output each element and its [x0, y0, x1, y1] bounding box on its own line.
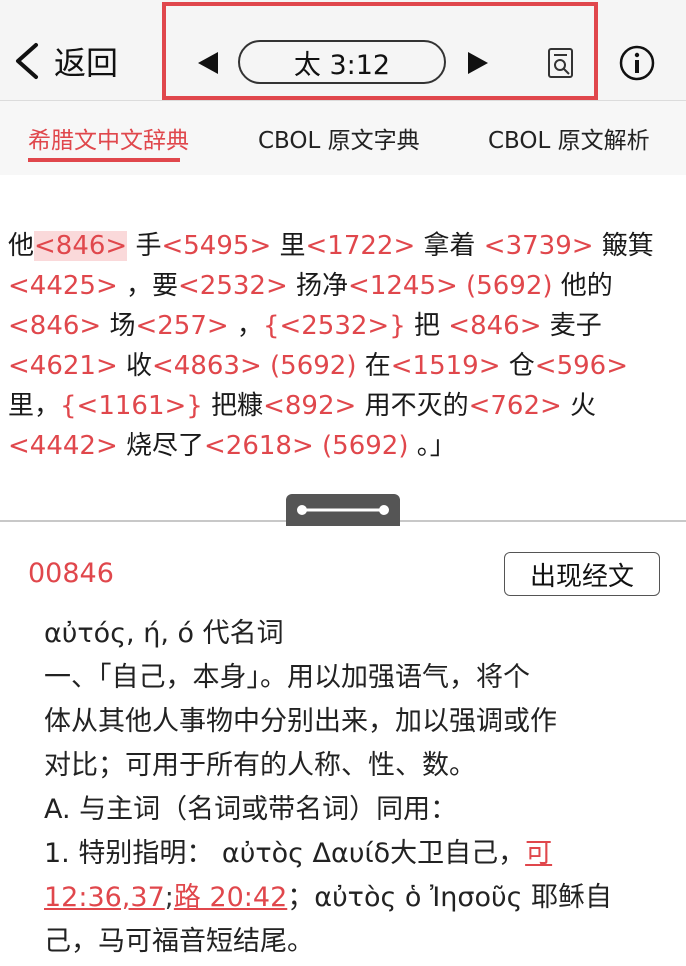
definition-line: 对比；可用于所有的人称、性、数。: [44, 744, 664, 788]
strongs-number[interactable]: <4425>: [8, 271, 118, 301]
verse-word: 在: [356, 351, 391, 381]
strongs-number[interactable]: <2532>: [178, 271, 288, 301]
verse-word: 簸箕: [593, 231, 654, 261]
verse-word: 里: [271, 231, 306, 261]
verse-word: 他: [8, 231, 35, 261]
definition-line: 1. 特别指明： αὐτὸς Δαυίδ大卫自己，可: [44, 832, 664, 876]
strongs-number[interactable]: (5692): [466, 271, 552, 301]
definition-line: A. 与主词（名词或带名词）同用：: [44, 788, 664, 832]
definition-text: 己，马可福音短结尾。: [44, 926, 314, 957]
prev-verse-icon[interactable]: [196, 50, 220, 76]
verse-word: 用不灭的: [356, 391, 469, 421]
strongs-number[interactable]: (5692): [270, 351, 356, 381]
definition-line: 体从其他人事物中分别出来，加以强调或作: [44, 700, 664, 744]
back-button[interactable]: 返回: [12, 38, 118, 84]
definition-text: 对比；可用于所有的人称、性、数。: [44, 750, 476, 781]
strongs-number[interactable]: {<2532>}: [263, 311, 406, 341]
back-label: 返回: [54, 44, 119, 82]
scripture-reference-link[interactable]: 路 20:42: [174, 882, 287, 913]
verse-word: [458, 271, 466, 301]
verse-word: 手: [127, 231, 162, 261]
strongs-number[interactable]: <892>: [263, 391, 356, 421]
strongs-number[interactable]: <846>: [448, 311, 541, 341]
verse-reference-selector[interactable]: 太 3:12: [238, 40, 446, 84]
strongs-number[interactable]: <3739>: [484, 231, 594, 261]
tab-cbol-lexicon[interactable]: CBOL 原文字典: [258, 121, 420, 155]
verse-line: <4442> 烧尽了<2618> (5692) 。」: [8, 426, 680, 466]
tab-cbol-parsing[interactable]: CBOL 原文解析: [488, 121, 650, 155]
occurrences-label: 出现经文: [529, 561, 634, 592]
verse-word: 拿着: [415, 231, 484, 261]
verse-word: 里，: [8, 391, 61, 421]
verse-word: ，要: [117, 271, 179, 301]
verse-word: 。」: [408, 431, 456, 461]
verse-line: <846> 场<257> ，{<2532>} 把 <846> 麦子: [8, 306, 680, 346]
strongs-number[interactable]: <846>: [8, 311, 101, 341]
occurrences-button[interactable]: 出现经文: [504, 552, 660, 596]
strongs-number[interactable]: {<1161>}: [60, 391, 203, 421]
strongs-number-selected[interactable]: <846>: [34, 231, 128, 261]
chevron-left-icon: [16, 43, 38, 79]
verse-word: ，: [228, 311, 263, 341]
info-icon[interactable]: [618, 44, 656, 82]
definition-line: αὐτός, ή, ό 代名词: [44, 612, 664, 656]
strongs-number[interactable]: <4863>: [152, 351, 262, 381]
verse-word: 火: [561, 391, 597, 421]
definition-text: αὐτός, ή, ό 代名词: [44, 618, 284, 649]
verse-reference-label: 太 3:12: [293, 49, 391, 81]
definition-text: 体从其他人事物中分别出来，加以强调或作: [44, 706, 557, 737]
definition-text: A. 与主词（名词或带名词）同用：: [44, 794, 458, 825]
definition-line: 12:36,37;路 20:42；αὐτὸς ὁ Ἰησοῦς 耶稣自: [44, 876, 664, 920]
definition-text: 1. 特别指明： αὐτὸς Δαυίδ大卫自己，: [44, 838, 526, 869]
active-tab-indicator: [28, 158, 180, 162]
resize-handle[interactable]: [286, 494, 400, 526]
verse-word: 他的: [552, 271, 613, 301]
strongs-number[interactable]: <1519>: [391, 351, 501, 381]
strongs-number[interactable]: <596>: [535, 351, 628, 381]
verse-word: 收: [117, 351, 153, 381]
verse-line: 他<846> 手<5495> 里<1722> 拿着 <3739> 簸箕: [8, 226, 680, 266]
strongs-number[interactable]: <4442>: [8, 431, 118, 461]
separator: ;: [164, 882, 174, 913]
verse-word: 麦子: [541, 311, 602, 341]
verse-line: 里，{<1161>} 把糠<892> 用不灭的<762> 火: [8, 386, 680, 426]
verse-word: 把: [405, 311, 449, 341]
tab-greek-chinese-dictionary[interactable]: 希腊文中文辞典: [28, 121, 189, 155]
strongs-number[interactable]: <1245>: [348, 271, 458, 301]
verse-word: [262, 351, 270, 381]
lexicon-definition: αὐτός, ή, ό 代名词一、「自己，本身」。用以加强语气，将个 体从其他人事…: [44, 612, 664, 964]
definition-line: 一、「自己，本身」。用以加强语气，将个: [44, 656, 664, 700]
scripture-reference-link[interactable]: 12:36,37: [44, 882, 165, 913]
definition-line: 己，马可福音短结尾。: [44, 920, 664, 964]
top-bar: 返回 太 3:12: [0, 0, 686, 101]
strongs-number[interactable]: <257>: [135, 311, 228, 341]
verse-text: 他<846> 手<5495> 里<1722> 拿着 <3739> 簸箕 <4425…: [8, 226, 680, 466]
verse-line: <4621> 收<4863> (5692) 在<1519> 仓<596>: [8, 346, 680, 386]
verse-word: 扬净: [287, 271, 349, 301]
strongs-number[interactable]: <5495>: [161, 231, 271, 261]
verse-word: 场: [101, 311, 136, 341]
dictionary-tabs: 希腊文中文辞典 CBOL 原文字典 CBOL 原文解析: [0, 101, 686, 175]
entry-number: 00846: [28, 558, 114, 589]
scripture-reference-link[interactable]: 可: [525, 838, 552, 869]
strongs-number[interactable]: <4621>: [8, 351, 118, 381]
strongs-number[interactable]: <1722>: [306, 231, 416, 261]
verse-line: <4425> ，要<2532> 扬净<1245> (5692) 他的: [8, 266, 680, 306]
verse-word: 烧尽了: [117, 431, 205, 461]
strongs-number[interactable]: <762>: [469, 391, 562, 421]
strongs-number[interactable]: <2618>: [204, 431, 314, 461]
definition-text: ；αὐτὸς ὁ Ἰησοῦς 耶稣自: [287, 882, 613, 913]
strongs-number[interactable]: (5692): [322, 431, 408, 461]
definition-text: 一、「自己，本身」。用以加强语气，将个: [44, 662, 530, 693]
verse-word: 仓: [500, 351, 535, 381]
verse-word: [314, 431, 322, 461]
search-document-icon[interactable]: [546, 46, 576, 80]
verse-word: 把糠: [202, 391, 264, 421]
next-verse-icon[interactable]: [466, 50, 490, 76]
drag-handle-icon: [297, 505, 389, 515]
